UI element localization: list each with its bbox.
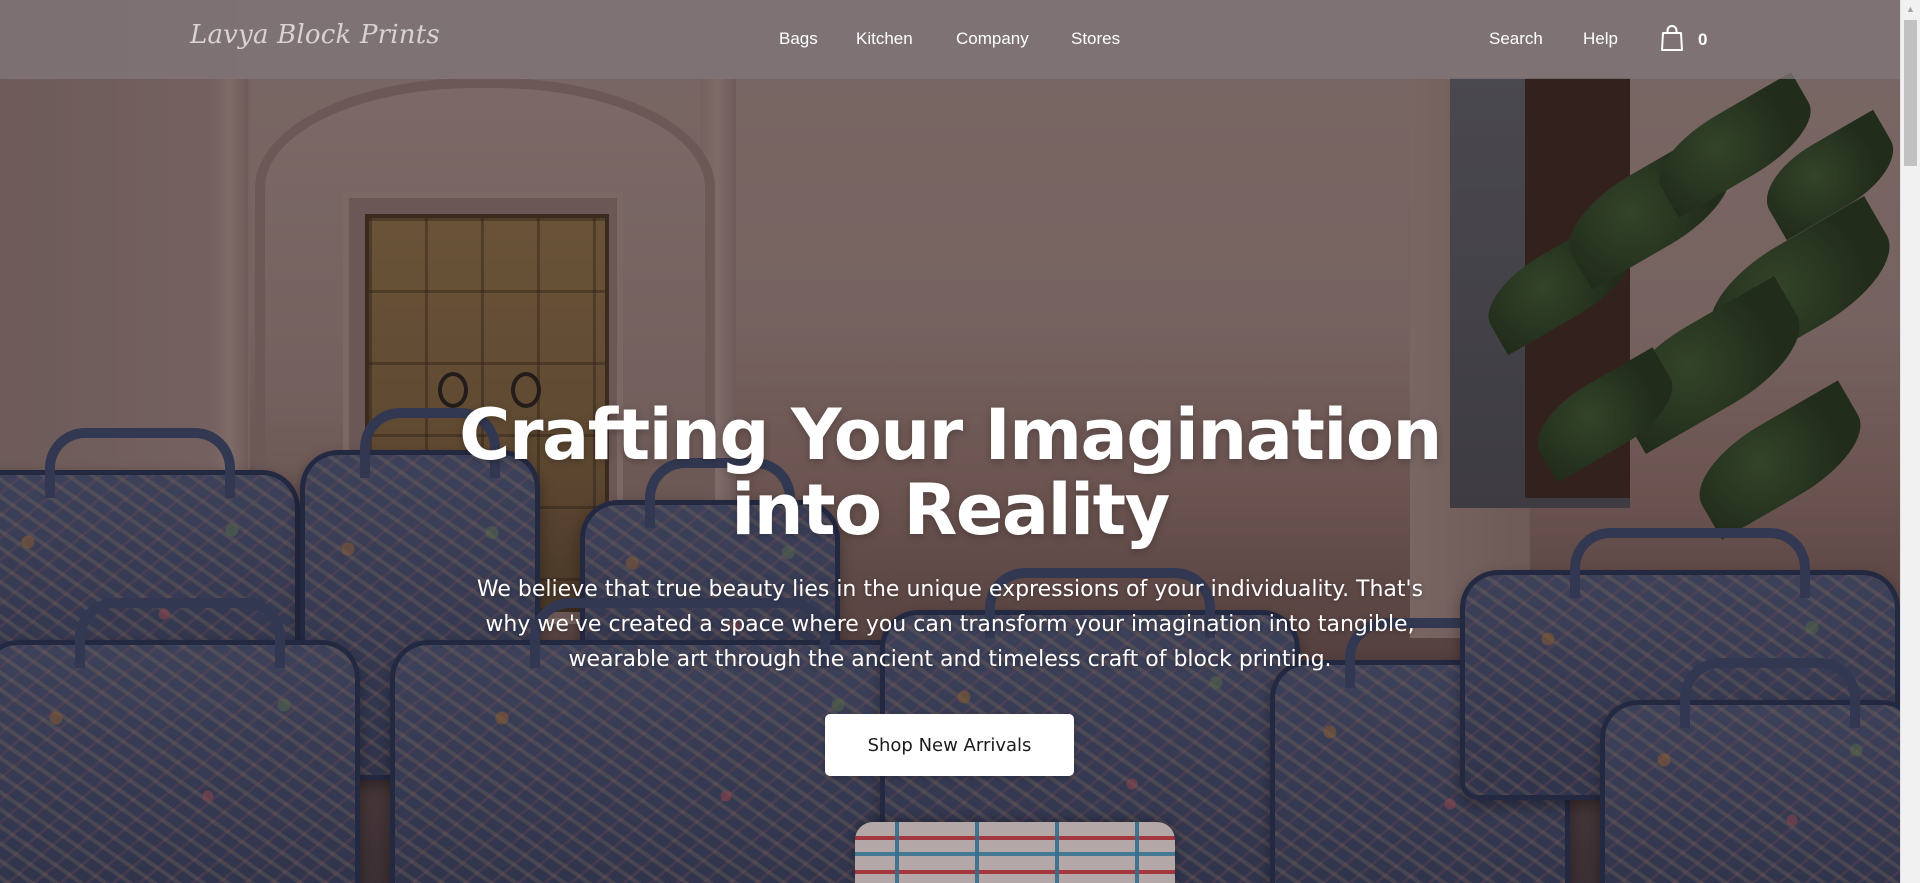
nav-link-search[interactable]: Search bbox=[1489, 29, 1543, 49]
cart-count: 0 bbox=[1698, 30, 1708, 49]
nav-link-help[interactable]: Help bbox=[1583, 29, 1618, 49]
hero-title-line-2: into Reality bbox=[731, 469, 1170, 551]
main-nav: Bags Kitchen Company Stores Search Help bbox=[0, 29, 1900, 53]
nav-link-kitchen[interactable]: Kitchen bbox=[856, 29, 913, 49]
site-header: Lavya Block Prints Bags Kitchen Company … bbox=[0, 0, 1900, 79]
hero-title-line-1: Crafting Your Imagination bbox=[459, 394, 1442, 476]
nav-link-bags[interactable]: Bags bbox=[779, 29, 818, 49]
scrollbar-thumb[interactable] bbox=[1904, 20, 1917, 166]
nav-link-company[interactable]: Company bbox=[956, 29, 1029, 49]
vertical-scrollbar[interactable]: ▲ bbox=[1900, 0, 1920, 883]
scroll-up-arrow-icon[interactable]: ▲ bbox=[1901, 0, 1920, 18]
cart-button[interactable]: 0 bbox=[1660, 24, 1740, 56]
shopping-bag-icon bbox=[1661, 25, 1683, 51]
hero-subtitle: We believe that true beauty lies in the … bbox=[476, 577, 1424, 672]
hero-title: Crafting Your Imagination into Reality bbox=[380, 398, 1520, 548]
nav-link-stores[interactable]: Stores bbox=[1071, 29, 1120, 49]
shop-new-arrivals-button[interactable]: Shop New Arrivals bbox=[825, 714, 1074, 776]
page: Lavya Block Prints Bags Kitchen Company … bbox=[0, 0, 1920, 883]
